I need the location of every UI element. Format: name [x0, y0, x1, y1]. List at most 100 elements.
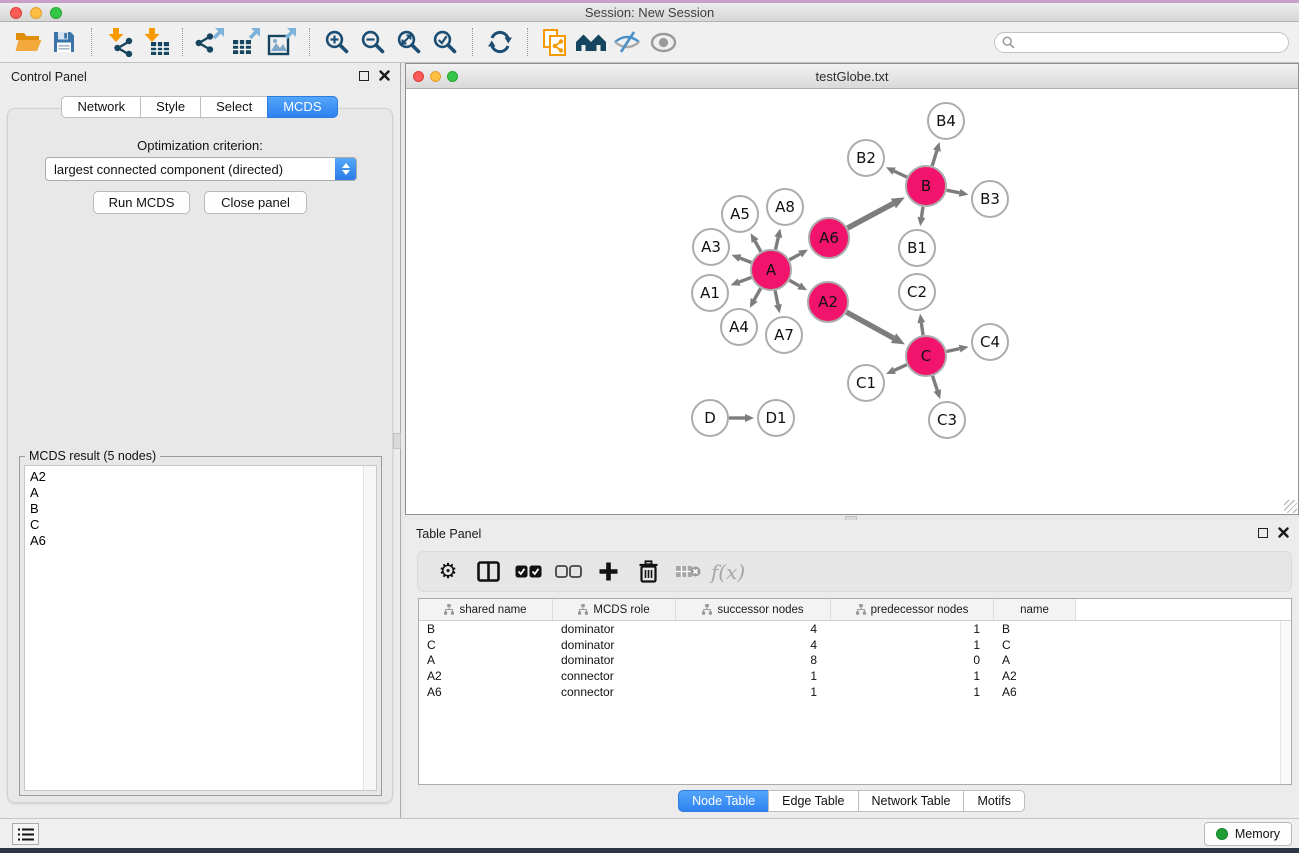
edge-A-A3[interactable]: [740, 258, 751, 262]
edge-A-A7[interactable]: [775, 291, 778, 305]
cell-name[interactable]: C: [994, 638, 1076, 652]
node-A5[interactable]: A5: [722, 196, 758, 232]
zoom-window-button[interactable]: [50, 7, 62, 19]
node-B[interactable]: B: [906, 166, 946, 206]
cell-mcds-role[interactable]: dominator: [553, 638, 676, 652]
cell-mcds-role[interactable]: connector: [553, 685, 676, 699]
table-settings-button[interactable]: ⚙: [430, 556, 466, 588]
column-header-successor-nodes[interactable]: successor nodes: [676, 599, 831, 620]
table-row[interactable]: Cdominator41C: [419, 637, 1291, 653]
delete-column-button[interactable]: [670, 556, 706, 588]
cell-successor-nodes[interactable]: 4: [676, 638, 831, 652]
tab-edge-table[interactable]: Edge Table: [768, 790, 858, 812]
cell-shared-name[interactable]: C: [419, 638, 553, 652]
session-snapshot-button[interactable]: [537, 25, 573, 59]
edge-A-A5[interactable]: [755, 241, 761, 252]
cell-shared-name[interactable]: A2: [419, 669, 553, 683]
open-session-button[interactable]: [10, 25, 46, 59]
edge-A2-C[interactable]: [846, 312, 893, 338]
cell-mcds-role[interactable]: dominator: [553, 653, 676, 667]
node-C1[interactable]: C1: [848, 365, 884, 401]
splitter-grip[interactable]: [393, 433, 401, 449]
node-A8[interactable]: A8: [767, 189, 803, 225]
float-panel-icon[interactable]: [1258, 528, 1268, 538]
network-close-button[interactable]: [413, 71, 424, 82]
close-panel-icon[interactable]: [379, 70, 390, 81]
column-header-mcds-role[interactable]: MCDS role: [553, 599, 676, 620]
node-A2[interactable]: A2: [808, 282, 848, 322]
mcds-result-item[interactable]: A: [30, 485, 376, 501]
zoom-in-button[interactable]: [319, 25, 355, 59]
mcds-result-list[interactable]: A2ABCA6: [24, 465, 377, 791]
edge-C-C2[interactable]: [921, 323, 923, 336]
show-graphics-details-button[interactable]: [645, 25, 681, 59]
hide-graphics-details-button[interactable]: [609, 25, 645, 59]
save-session-button[interactable]: [46, 25, 82, 59]
table-row[interactable]: Adominator80A: [419, 653, 1291, 669]
node-C2[interactable]: C2: [899, 274, 935, 310]
cell-mcds-role[interactable]: dominator: [553, 622, 676, 636]
search-input[interactable]: [1015, 34, 1288, 51]
node-B1[interactable]: B1: [899, 230, 935, 266]
network-minimize-button[interactable]: [430, 71, 441, 82]
zoom-selected-button[interactable]: [427, 25, 463, 59]
node-A6[interactable]: A6: [809, 218, 849, 258]
node-A7[interactable]: A7: [766, 317, 802, 353]
table-row[interactable]: A6connector11A6: [419, 684, 1291, 700]
node-C[interactable]: C: [906, 336, 946, 376]
tab-style[interactable]: Style: [140, 96, 201, 118]
refresh-button[interactable]: [482, 25, 518, 59]
cell-shared-name[interactable]: A: [419, 653, 553, 667]
edge-A6-B[interactable]: [848, 203, 894, 228]
show-task-history-button[interactable]: [12, 823, 39, 845]
create-column-button[interactable]: [590, 556, 626, 588]
home-view-button[interactable]: [573, 25, 609, 59]
cell-shared-name[interactable]: B: [419, 622, 553, 636]
edge-A-A1[interactable]: [739, 277, 751, 282]
function-builder-button[interactable]: f(x): [710, 556, 746, 588]
network-graph[interactable]: B4B2BB3A8A5A6A3B1AA1C2A2A4A7C4CC1C3DD1: [406, 90, 1298, 514]
edge-A-A6[interactable]: [789, 254, 800, 260]
search-box[interactable]: [994, 32, 1289, 53]
cell-name[interactable]: A: [994, 653, 1076, 667]
network-zoom-button[interactable]: [447, 71, 458, 82]
edge-C-C3[interactable]: [933, 376, 938, 391]
cell-successor-nodes[interactable]: 4: [676, 622, 831, 636]
node-A3[interactable]: A3: [693, 229, 729, 265]
tab-select[interactable]: Select: [200, 96, 268, 118]
mcds-result-item[interactable]: A2: [30, 469, 376, 485]
cell-mcds-role[interactable]: connector: [553, 669, 676, 683]
mcds-result-item[interactable]: B: [30, 501, 376, 517]
network-canvas[interactable]: B4B2BB3A8A5A6A3B1AA1C2A2A4A7C4CC1C3DD1: [406, 90, 1298, 514]
edge-A-A8[interactable]: [776, 237, 779, 249]
node-C4[interactable]: C4: [972, 324, 1008, 360]
export-image-button[interactable]: [264, 25, 300, 59]
zoom-out-button[interactable]: [355, 25, 391, 59]
unselect-all-columns-button[interactable]: [550, 556, 586, 588]
node-A4[interactable]: A4: [721, 309, 757, 345]
node-A[interactable]: A: [751, 250, 791, 290]
run-mcds-button[interactable]: Run MCDS: [93, 191, 190, 214]
tab-motifs[interactable]: Motifs: [963, 790, 1024, 812]
minimize-window-button[interactable]: [30, 7, 42, 19]
node-B2[interactable]: B2: [848, 140, 884, 176]
node-A1[interactable]: A1: [692, 275, 728, 311]
node-B4[interactable]: B4: [928, 103, 964, 139]
edge-B-B4[interactable]: [932, 151, 937, 166]
table-scrollbar[interactable]: [1280, 621, 1291, 784]
cell-name[interactable]: B: [994, 622, 1076, 636]
cell-predecessor-nodes[interactable]: 1: [831, 669, 994, 683]
edge-B-B2[interactable]: [894, 171, 907, 177]
edge-C-C1[interactable]: [894, 365, 907, 371]
close-panel-icon[interactable]: [1278, 527, 1289, 538]
table-row[interactable]: Bdominator41B: [419, 621, 1291, 637]
node-C3[interactable]: C3: [929, 402, 965, 438]
show-column-panel-button[interactable]: [470, 556, 506, 588]
import-table-button[interactable]: [137, 25, 173, 59]
cell-predecessor-nodes[interactable]: 0: [831, 653, 994, 667]
criterion-dropdown[interactable]: largest connected component (directed): [45, 157, 357, 181]
export-network-button[interactable]: [192, 25, 228, 59]
column-header-shared-name[interactable]: shared name: [419, 599, 553, 620]
result-scrollbar[interactable]: [363, 466, 376, 790]
node-D1[interactable]: D1: [758, 400, 794, 436]
